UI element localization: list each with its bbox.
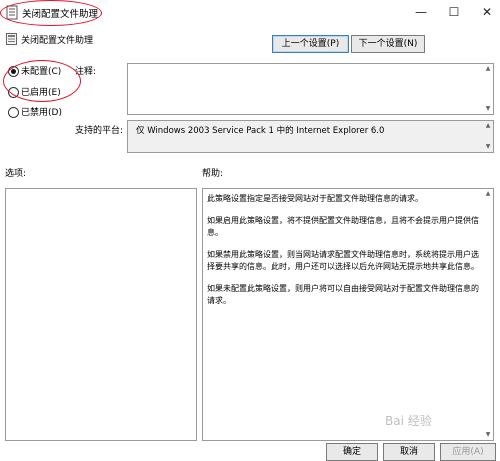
ok-button[interactable]: 确定 [326,443,378,461]
options-pane [5,188,197,441]
radio-button[interactable] [8,107,19,118]
minimize-button[interactable]: — [410,3,432,21]
annotation-ellipse-options [3,60,81,102]
platform-field: 仅 Windows 2003 Service Pack 1 中的 Interne… [127,120,494,153]
scroll-down-icon[interactable]: ▼ [484,143,492,151]
baidu-watermark: Bai 经验 [385,414,432,428]
help-paragraph: 此策略设置指定是否接受网站对于配置文件助理信息的请求。 [207,194,423,203]
help-pane: 此策略设置指定是否接受网站对于配置文件助理信息的请求。 如果启用此策略设置，将不… [202,188,494,441]
comment-scrollbar[interactable]: ▲ ▼ [483,64,493,114]
maximize-button[interactable]: ☐ [443,3,465,21]
platform-text: 仅 Windows 2003 Service Pack 1 中的 Interne… [136,126,385,136]
next-setting-button[interactable]: 下一个设置(N) [351,35,425,53]
help-paragraph: 如果禁用此策略设置，则当网站请求配置文件助理信息时，系统将提示用户选择要共享的信… [207,250,479,271]
annotation-ellipse-title [0,0,102,26]
setting-icon [6,33,17,45]
help-paragraph: 如果未配置此策略设置，则用户将可以自由接受网站对于配置文件助理信息的请求。 [207,284,479,305]
scroll-up-icon[interactable]: ▲ [484,122,492,130]
platform-label: 支持的平台: [75,126,124,136]
close-button[interactable]: ✕ [476,3,498,21]
scroll-down-icon[interactable]: ▼ [484,431,492,439]
help-scrollbar[interactable]: ▲ ▼ [483,189,493,440]
setting-name: 关闭配置文件助理 [21,36,94,46]
apply-button[interactable]: 应用(A) [440,443,496,461]
help-paragraph: 如果启用此策略设置，将不提供配置文件助理信息，且将不会提示用户提供信息。 [207,216,479,237]
platform-scrollbar[interactable]: ▲ ▼ [483,121,493,152]
help-label: 帮助: [202,169,224,179]
options-label: 选项: [5,169,27,179]
radio-disabled[interactable]: 已禁用(D) [8,106,62,120]
comment-textarea[interactable]: ▲ ▼ [127,63,494,115]
scroll-up-icon[interactable]: ▲ [484,190,492,198]
previous-setting-button[interactable]: 上一个设置(P) [272,35,349,53]
scroll-down-icon[interactable]: ▼ [484,105,492,113]
scroll-up-icon[interactable]: ▲ [484,65,492,73]
cancel-button[interactable]: 取消 [383,443,435,461]
radio-label: 已禁用(D) [21,108,62,118]
